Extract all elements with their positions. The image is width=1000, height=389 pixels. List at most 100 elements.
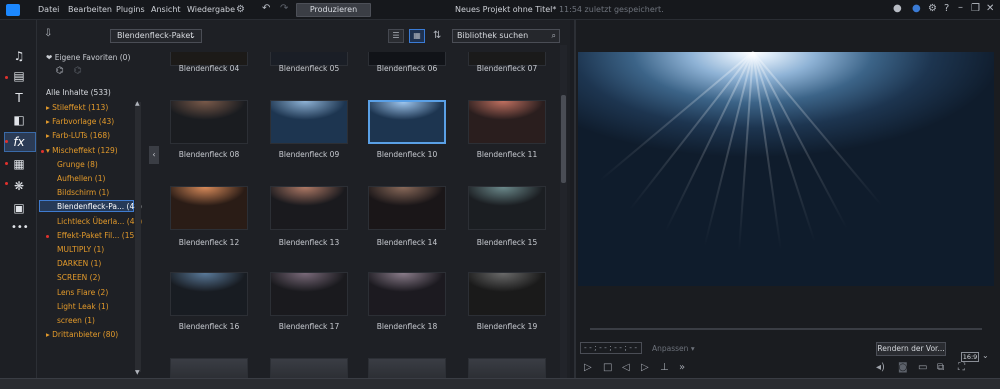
render-preview-button[interactable]: Rendern der Vor... — [876, 342, 946, 356]
effect-thumbnail[interactable] — [368, 186, 446, 230]
pip-designer-icon[interactable]: ▣ — [11, 200, 27, 216]
next-frame-icon[interactable]: ▷ — [641, 362, 649, 373]
more-icon[interactable]: ••• — [11, 220, 29, 236]
search-icon: ⌕ — [551, 31, 556, 40]
tree-item-label: Effekt-Paket Fil... (15) — [57, 230, 138, 240]
notification-icon[interactable]: ● — [912, 3, 921, 14]
menu-wiedergabe[interactable]: Wiedergabe — [187, 5, 235, 14]
timeline-splitter[interactable] — [0, 378, 1000, 389]
gear-icon[interactable]: ⚙ — [928, 3, 937, 14]
effect-thumbnail[interactable] — [270, 358, 348, 378]
stop-icon[interactable]: □ — [603, 362, 612, 373]
scroll-down-icon[interactable]: ▼ — [135, 369, 140, 376]
menu-datei[interactable]: Datei — [38, 5, 59, 14]
tree-item[interactable]: DARKEN (1) — [57, 259, 101, 268]
effect-label: Blendenfleck 18 — [376, 322, 438, 331]
effect-thumbnail[interactable] — [170, 186, 248, 230]
produce-button[interactable]: Produzieren — [296, 3, 371, 17]
favorites-item[interactable]: ❤ Eigene Favoriten (0) — [46, 53, 130, 62]
remove-tag-icon[interactable]: ⌬ — [74, 66, 82, 76]
preview-timeline[interactable] — [590, 328, 982, 330]
all-content-item[interactable]: Alle Inhalte (533) — [46, 88, 111, 97]
tree-item[interactable]: SCREEN (2) — [57, 273, 100, 282]
grid-scroll-thumb[interactable] — [561, 95, 566, 183]
play-icon[interactable]: ▷ — [584, 362, 592, 373]
tree-item-label: SCREEN (2) — [57, 273, 101, 283]
close-icon[interactable]: ✕ — [986, 3, 994, 14]
aspect-ratio[interactable]: 16:9 — [961, 352, 979, 362]
grid-view-button[interactable]: ▦ — [409, 29, 425, 43]
fit-dropdown[interactable]: Anpassen ▾ — [652, 344, 695, 353]
effect-thumbnail[interactable] — [270, 272, 348, 316]
redo-icon[interactable]: ↷ — [280, 3, 288, 14]
effect-thumbnail[interactable] — [170, 100, 248, 144]
particle-room-icon[interactable]: ❋ — [11, 178, 27, 194]
tree-item[interactable]: ▸ Drittanbieter (80) — [46, 330, 118, 339]
effect-thumbnail[interactable] — [368, 272, 446, 316]
tree-item[interactable]: Bildschirm (1) — [57, 188, 109, 197]
tree-item[interactable]: Lichtleck Überla... (48) — [57, 217, 142, 226]
tree-item[interactable]: ▾ Mischeffekt (129) — [46, 146, 118, 155]
undo-icon[interactable]: ↶ — [262, 3, 270, 14]
effect-thumbnail[interactable] — [368, 100, 446, 144]
subtitle-icon[interactable]: ▭ — [918, 362, 927, 373]
add-tag-icon[interactable]: ⌬ — [56, 66, 64, 76]
effect-label: Blendenfleck 05 — [278, 64, 340, 73]
prev-frame-icon[interactable]: ◁ — [622, 362, 630, 373]
update-dot — [5, 140, 8, 143]
restore-icon[interactable]: ❐ — [971, 3, 980, 14]
tree-item[interactable]: Light Leak (1) — [57, 302, 109, 311]
tree-item-label: Lens Flare (2) — [57, 287, 109, 297]
minimize-icon[interactable]: – — [958, 2, 963, 13]
effect-thumbnail[interactable] — [270, 186, 348, 230]
list-view-button[interactable]: ☰ — [388, 29, 404, 43]
effect-thumbnail[interactable] — [468, 272, 546, 316]
effect-thumbnail[interactable] — [170, 358, 248, 378]
tree-item-label: Drittanbieter (80) — [52, 330, 119, 340]
tree-item[interactable]: screen (1) — [57, 316, 95, 325]
fast-forward-icon[interactable]: » — [679, 362, 685, 373]
effect-thumbnail[interactable] — [468, 100, 546, 144]
title-room-icon[interactable]: T — [11, 90, 27, 106]
tree-item-label: Blendenfleck-Pa... (48) — [57, 202, 142, 212]
clapper-icon[interactable]: ▤ — [11, 68, 27, 84]
tree-item[interactable]: ▸ Farb-LUTs (168) — [46, 131, 110, 140]
timecode-input[interactable]: - - ; - - ; - - ; - - — [580, 342, 642, 354]
account-icon[interactable]: ● — [893, 3, 902, 14]
sort-icon[interactable]: ⇅ — [433, 30, 441, 41]
transition-room-icon[interactable]: ◧ — [11, 112, 27, 128]
settings-icon[interactable]: ⚙ — [236, 4, 245, 15]
tree-item[interactable]: Blendenfleck-Pa... (48) — [57, 202, 142, 211]
media-room-icon[interactable]: ♫ — [11, 48, 27, 64]
undock-icon[interactable]: ⧉ — [937, 362, 944, 373]
effect-thumbnail[interactable] — [468, 358, 546, 378]
tree-scrollbar[interactable] — [135, 102, 141, 372]
tree-item[interactable]: ▸ Stileffekt (113) — [46, 103, 108, 112]
snapshot-icon[interactable]: ◙ — [898, 362, 908, 373]
tree-item[interactable]: Grunge (8) — [57, 160, 98, 169]
split-icon[interactable]: ⊥ — [660, 362, 669, 373]
tree-item[interactable]: Lens Flare (2) — [57, 288, 108, 297]
volume-icon[interactable]: ◂) — [876, 362, 885, 373]
fullscreen-icon[interactable]: ⛶ — [958, 362, 965, 373]
search-input[interactable]: Bibliothek suchen ⌕ — [452, 29, 560, 43]
scroll-up-icon[interactable]: ▲ — [135, 100, 140, 107]
chevron-down-icon[interactable]: ⌄ — [982, 351, 989, 360]
tree-item[interactable]: Effekt-Paket Fil... (15) — [57, 231, 137, 240]
import-icon[interactable]: ⇩ — [44, 28, 52, 39]
fx-icon[interactable]: fx — [11, 134, 27, 150]
pip-room-icon[interactable]: ▦ — [11, 156, 27, 172]
menu-ansicht[interactable]: Ansicht — [151, 5, 181, 14]
help-icon[interactable]: ? — [944, 3, 949, 14]
effect-thumbnail[interactable] — [468, 186, 546, 230]
effect-thumbnail[interactable] — [368, 358, 446, 378]
menu-plugins[interactable]: Plugins — [116, 5, 145, 14]
tree-item[interactable]: ▸ Farbvorlage (43) — [46, 117, 114, 126]
category-dropdown[interactable]: Blendenfleck-Paket ⌄ — [110, 29, 202, 43]
menu-bearbeiten[interactable]: Bearbeiten — [68, 5, 112, 14]
tree-item[interactable]: Aufhellen (1) — [57, 174, 105, 183]
tree-item[interactable]: MULTIPLY (1) — [57, 245, 104, 254]
tree-item-label: screen (1) — [57, 316, 95, 325]
effect-thumbnail[interactable] — [170, 272, 248, 316]
effect-thumbnail[interactable] — [270, 100, 348, 144]
